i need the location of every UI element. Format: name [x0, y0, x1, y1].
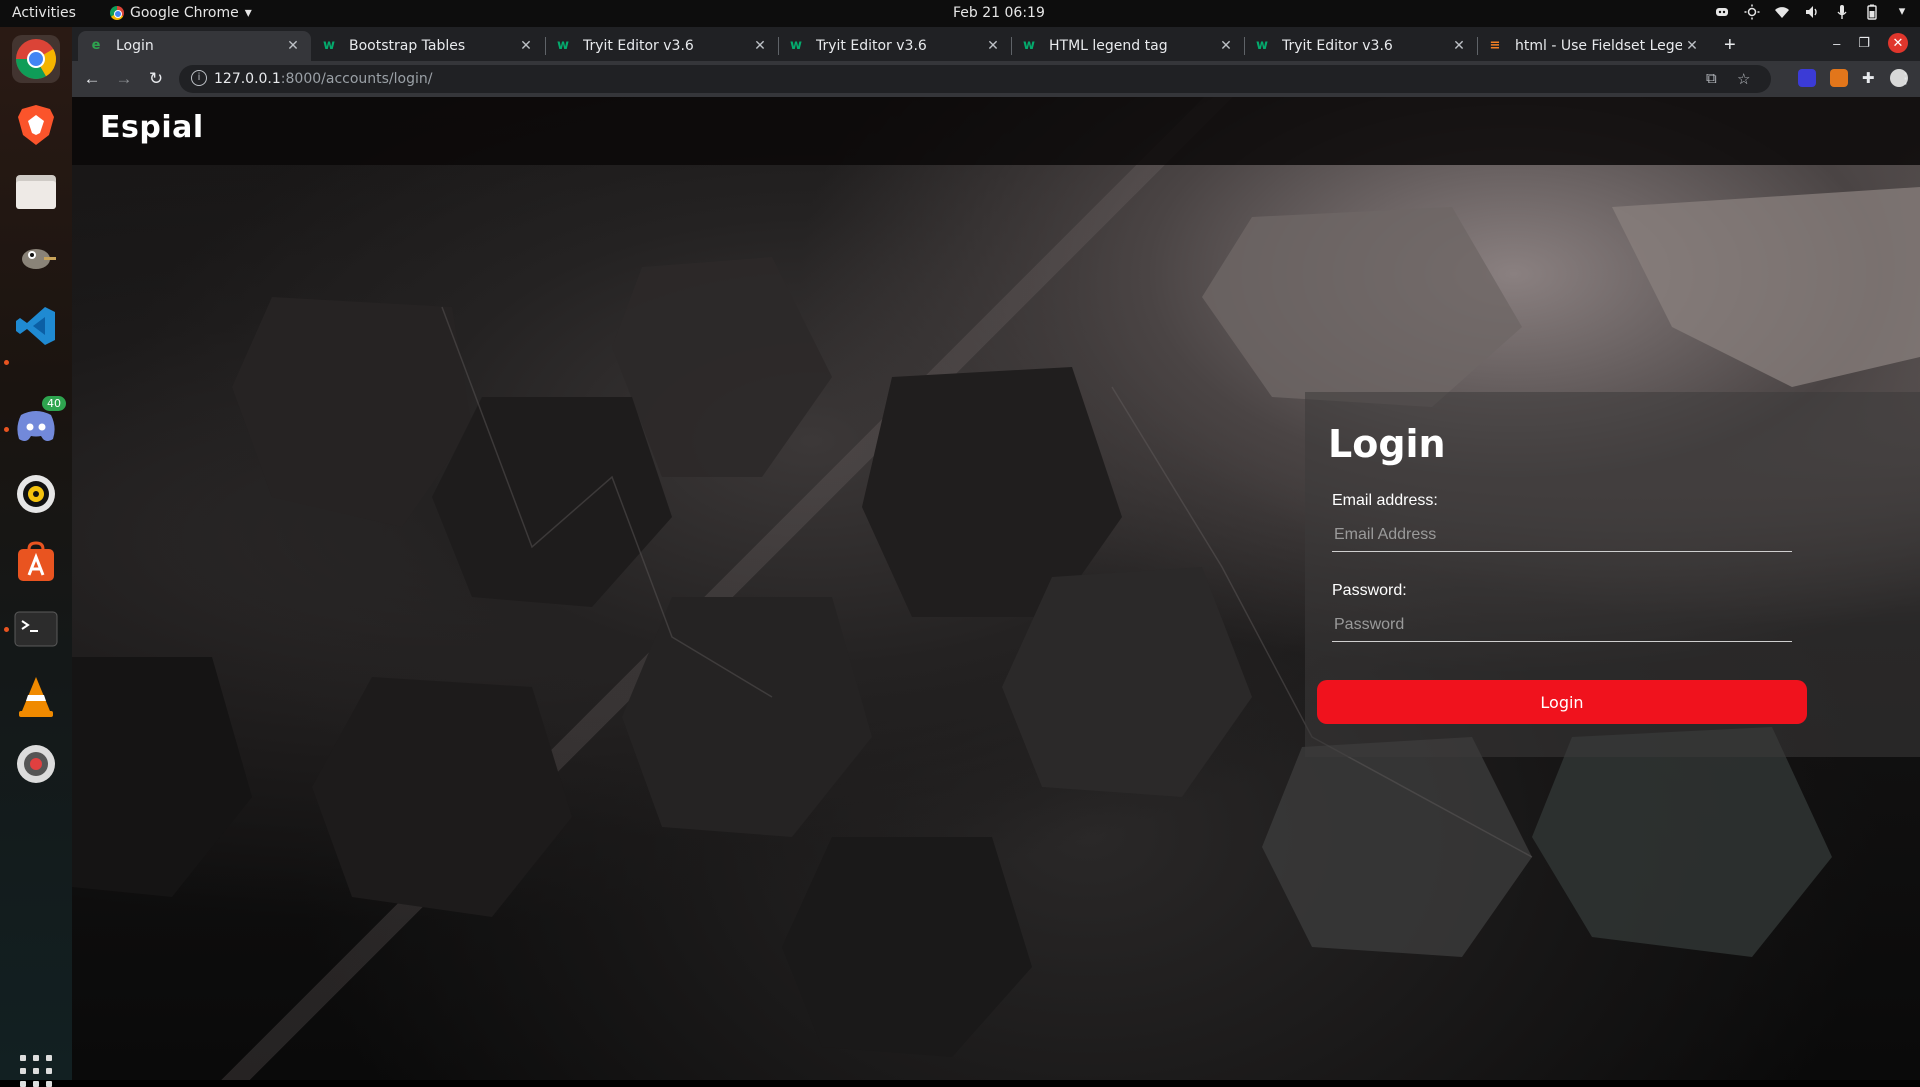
tab-strip: e Login ✕ w Bootstrap Tables ✕ w Tryit E… — [72, 27, 1920, 61]
tab-close-icon[interactable]: ✕ — [983, 38, 1003, 54]
tab-title: html - Use Fieldset Legen — [1515, 38, 1682, 54]
chrome-mini-icon — [110, 6, 124, 20]
w3-icon: w — [556, 38, 569, 53]
system-tray[interactable]: ▾ — [1714, 4, 1910, 20]
bookmark-star-icon[interactable]: ☆ — [1737, 70, 1750, 88]
espial-icon: e — [91, 38, 101, 53]
discord-icon[interactable]: 40 — [12, 396, 66, 450]
address-bar[interactable]: i 127.0.0.1:8000/accounts/login/ ⧉ ☆ — [179, 65, 1771, 93]
running-indicator — [4, 627, 9, 632]
tab-close-icon[interactable]: ✕ — [1449, 38, 1469, 54]
vscode-icon[interactable] — [12, 302, 60, 350]
system-menu-arrow-icon[interactable]: ▾ — [1894, 4, 1910, 20]
tab-bootstrap-tables[interactable]: w Bootstrap Tables ✕ — [311, 31, 544, 61]
files-icon[interactable] — [12, 167, 60, 215]
site-header: Espial — [72, 97, 1920, 165]
brave-icon[interactable] — [12, 101, 60, 149]
system-top-bar: Activities Google Chrome ▾ Feb 21 06:19 … — [0, 0, 1920, 27]
tab-close-icon[interactable]: ✕ — [283, 38, 303, 54]
tab-close-icon[interactable]: ✕ — [1216, 38, 1236, 54]
email-label: Email address: — [1332, 492, 1438, 509]
tab-title: Login — [116, 38, 154, 54]
w3-icon: w — [1255, 38, 1268, 53]
installer-icon[interactable] — [12, 740, 60, 788]
address-url[interactable]: 127.0.0.1:8000/accounts/login/ — [214, 71, 432, 87]
tab-login[interactable]: e Login ✕ — [78, 31, 311, 61]
site-info-icon[interactable]: i — [191, 70, 207, 86]
terminal-icon[interactable] — [12, 605, 60, 653]
stackoverflow-icon: ≡ — [1489, 38, 1501, 53]
wifi-icon[interactable] — [1774, 4, 1790, 20]
restore-icon[interactable]: ❐ — [1858, 35, 1870, 51]
window-controls: – ❐ ✕ — [1833, 33, 1908, 53]
extensions-puzzle-icon[interactable]: ✚ — [1862, 69, 1875, 87]
w3-icon: w — [789, 38, 802, 53]
password-field[interactable] — [1332, 608, 1792, 642]
app-menu-arrow: ▾ — [244, 5, 252, 21]
w3-icon: w — [1022, 38, 1035, 53]
tab-title: Tryit Editor v3.6 — [816, 38, 927, 54]
url-path: :8000/accounts/login/ — [280, 71, 433, 87]
app-menu-label: Google Chrome — [130, 5, 239, 21]
page-viewport: Espial Login Email address: Password: Lo… — [72, 97, 1920, 1080]
tab-tryit-editor-3[interactable]: w Tryit Editor v3.6 ✕ — [1244, 31, 1477, 61]
login-button[interactable]: Login — [1317, 680, 1807, 724]
chrome-icon[interactable] — [12, 35, 60, 83]
tab-html-legend-tag[interactable]: w HTML legend tag ✕ — [1011, 31, 1244, 61]
dock: 40 — [0, 27, 72, 1087]
gimp-icon[interactable] — [12, 233, 60, 281]
microphone-icon[interactable] — [1834, 4, 1850, 20]
vlc-icon[interactable] — [12, 673, 60, 721]
tab-close-icon[interactable]: ✕ — [750, 38, 770, 54]
minimize-icon[interactable]: – — [1833, 36, 1840, 51]
volume-icon[interactable] — [1804, 4, 1820, 20]
tab-title: HTML legend tag — [1049, 38, 1168, 54]
activities-button[interactable]: Activities — [12, 5, 76, 21]
open-in-icon[interactable]: ⧉ — [1706, 70, 1717, 87]
discord-tray-icon[interactable] — [1714, 4, 1730, 20]
rhythmbox-icon[interactable] — [12, 470, 60, 518]
tab-close-icon[interactable]: ✕ — [1682, 38, 1702, 54]
w3-icon: w — [322, 38, 335, 53]
forward-icon[interactable]: → — [112, 67, 136, 91]
tab-stackoverflow[interactable]: ≡ html - Use Fieldset Legen ✕ — [1477, 31, 1710, 61]
login-title: Login — [1328, 422, 1446, 466]
url-host: 127.0.0.1 — [214, 71, 281, 87]
brightness-icon[interactable] — [1744, 4, 1760, 20]
email-field[interactable] — [1332, 518, 1792, 552]
tab-title: Tryit Editor v3.6 — [1282, 38, 1393, 54]
software-icon[interactable] — [12, 538, 60, 586]
back-icon[interactable]: ← — [80, 67, 104, 91]
show-apps-icon[interactable] — [20, 1055, 52, 1087]
running-indicator — [4, 427, 9, 432]
browser-toolbar: ← → ↻ i 127.0.0.1:8000/accounts/login/ ⧉… — [72, 61, 1920, 97]
discord-badge: 40 — [42, 396, 66, 411]
running-indicator — [4, 360, 9, 365]
browser-window: e Login ✕ w Bootstrap Tables ✕ w Tryit E… — [72, 27, 1920, 1080]
tab-tryit-editor-1[interactable]: w Tryit Editor v3.6 ✕ — [545, 31, 778, 61]
battery-icon[interactable] — [1864, 4, 1880, 20]
tab-title: Tryit Editor v3.6 — [583, 38, 694, 54]
login-card: Login Email address: Password: Login — [1305, 392, 1920, 757]
tab-close-icon[interactable]: ✕ — [516, 38, 536, 54]
password-label: Password: — [1332, 582, 1407, 599]
extension-screen-icon[interactable] — [1798, 69, 1816, 87]
site-brand[interactable]: Espial — [100, 110, 204, 145]
app-menu[interactable]: Google Chrome ▾ — [110, 5, 252, 21]
metamask-icon[interactable] — [1830, 69, 1848, 87]
new-tab-icon[interactable]: + — [1724, 34, 1736, 57]
reload-icon[interactable]: ↻ — [144, 67, 168, 91]
close-window-icon[interactable]: ✕ — [1888, 33, 1908, 53]
chrome-menu-icon[interactable]: ⋮ — [1898, 69, 1913, 87]
tab-title: Bootstrap Tables — [349, 38, 466, 54]
clock[interactable]: Feb 21 06:19 — [953, 5, 1045, 21]
tab-tryit-editor-2[interactable]: w Tryit Editor v3.6 ✕ — [778, 31, 1011, 61]
